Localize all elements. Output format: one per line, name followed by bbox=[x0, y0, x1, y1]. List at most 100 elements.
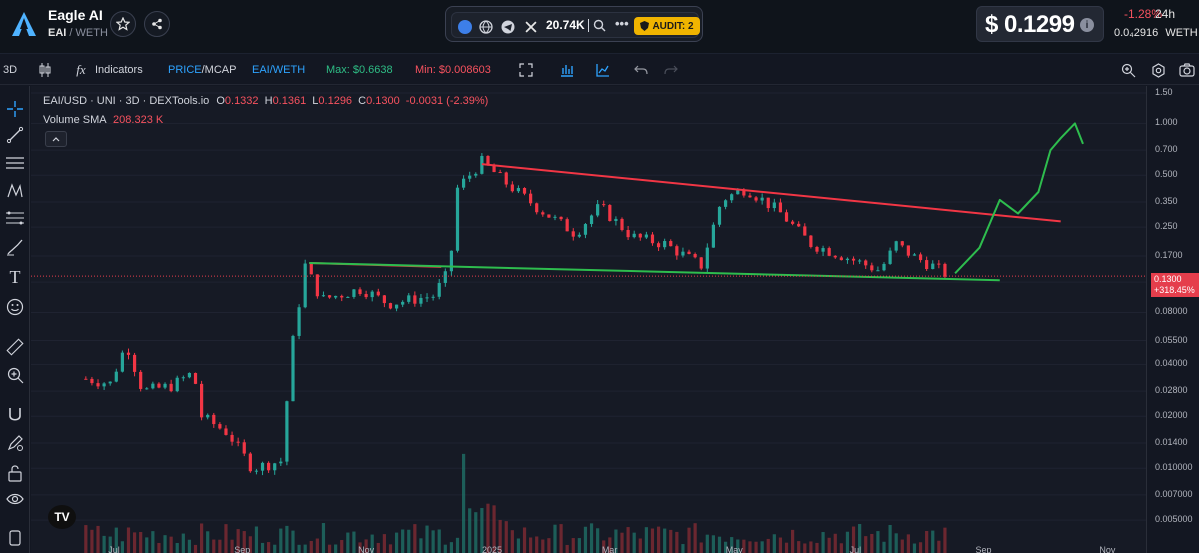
volume-bar bbox=[845, 531, 850, 553]
time-tick-label: Mar bbox=[601, 545, 618, 553]
volume-bar bbox=[583, 526, 588, 553]
candle-body bbox=[303, 263, 307, 308]
price-tick-label: 0.02800 bbox=[1155, 385, 1188, 396]
candle-body bbox=[340, 295, 344, 298]
volume-bar bbox=[620, 532, 624, 553]
volume-bar bbox=[334, 544, 338, 553]
volume-bar bbox=[754, 541, 758, 553]
volume-bar bbox=[943, 527, 947, 553]
price-axis[interactable] bbox=[1146, 86, 1199, 553]
candle-body bbox=[132, 354, 137, 372]
volume-bar bbox=[200, 523, 204, 553]
volume-bar bbox=[126, 527, 131, 553]
candle-body bbox=[845, 258, 850, 261]
candle-body bbox=[394, 304, 399, 309]
price-tick-label: 0.350 bbox=[1155, 195, 1178, 206]
candle-body bbox=[108, 381, 112, 384]
volume-bar bbox=[212, 539, 216, 553]
volume-bar bbox=[474, 512, 478, 553]
volume-bar bbox=[833, 533, 837, 553]
candle-body bbox=[736, 190, 740, 195]
price-tick-label: 0.250 bbox=[1155, 221, 1178, 232]
candle-body bbox=[912, 254, 917, 256]
candle-body bbox=[486, 155, 490, 165]
candle-body bbox=[254, 470, 259, 472]
candle-body bbox=[760, 197, 764, 201]
tradingview-logo[interactable]: TV bbox=[48, 505, 76, 529]
candle-body bbox=[815, 246, 819, 252]
volume-bar bbox=[327, 544, 332, 553]
candle-body bbox=[187, 372, 192, 378]
volume-bar bbox=[120, 541, 124, 553]
candle-body bbox=[321, 295, 326, 297]
candle-body bbox=[364, 294, 368, 298]
volume-bar bbox=[559, 524, 563, 553]
dextools-chart-page: Eagle AI EAI / WETH 20.74K ••• AUDIT: 2 bbox=[0, 0, 1199, 553]
volume-bar bbox=[894, 533, 898, 553]
candle-body bbox=[772, 202, 776, 209]
price-tick-label: 1.50 bbox=[1155, 87, 1173, 97]
candle-body bbox=[474, 173, 478, 176]
candle-body bbox=[669, 241, 673, 247]
volume-label: Volume SMA bbox=[43, 114, 106, 126]
candle-body bbox=[139, 371, 143, 389]
volume-bar bbox=[340, 540, 344, 553]
candle-body bbox=[608, 205, 612, 221]
legend-low: 0.1296 bbox=[318, 95, 353, 107]
price-tick-label: 0.02000 bbox=[1155, 410, 1188, 421]
volume-bar bbox=[443, 544, 447, 553]
chevron-up-icon bbox=[52, 137, 60, 142]
volume-bar bbox=[163, 535, 167, 553]
candle-body bbox=[638, 233, 642, 238]
volume-bar bbox=[547, 538, 551, 553]
volume-bar bbox=[510, 530, 514, 553]
volume-bar bbox=[815, 542, 819, 553]
volume-bar bbox=[309, 540, 313, 553]
volume-bar bbox=[84, 525, 88, 553]
candle-body bbox=[596, 204, 600, 216]
candle-body bbox=[870, 265, 874, 271]
candle-body bbox=[388, 303, 393, 309]
candle-body bbox=[839, 257, 843, 261]
volume-bar bbox=[565, 544, 569, 553]
candle-body bbox=[809, 235, 813, 247]
legend-close: 0.1300 bbox=[366, 95, 400, 107]
volume-bar bbox=[663, 528, 667, 553]
volume-bar bbox=[382, 534, 386, 553]
volume-bar bbox=[876, 531, 880, 553]
candle-body bbox=[260, 462, 265, 471]
volume-bar bbox=[571, 538, 575, 553]
volume-bar bbox=[352, 531, 356, 553]
candle-body bbox=[711, 224, 716, 248]
candle-body bbox=[455, 187, 460, 251]
candle-body bbox=[650, 234, 655, 244]
volume-bar bbox=[206, 531, 210, 553]
legend-high: 0.1361 bbox=[272, 95, 307, 107]
volume-bar bbox=[656, 526, 661, 553]
volume-bar bbox=[681, 544, 685, 553]
volume-bar bbox=[376, 542, 380, 553]
collapse-legend-button[interactable] bbox=[45, 131, 67, 147]
price-tick-label: 0.08000 bbox=[1155, 306, 1188, 317]
volume-bar bbox=[912, 543, 917, 553]
volume-bar bbox=[839, 543, 843, 553]
volume-bar bbox=[407, 529, 411, 553]
volume-bar bbox=[230, 539, 234, 553]
candle-body bbox=[943, 263, 947, 277]
volume-bar bbox=[687, 527, 691, 553]
price-chart[interactable] bbox=[0, 0, 1199, 553]
candle-body bbox=[797, 223, 801, 227]
time-tick-label: 2025 bbox=[481, 545, 503, 553]
volume-bar bbox=[90, 529, 94, 553]
volume-bar bbox=[596, 528, 600, 553]
ohlc-legend: EAI/USD · UNI · 3D · DEXTools.io O0.1332… bbox=[43, 95, 488, 107]
candle-body bbox=[102, 383, 106, 387]
volume-bar bbox=[413, 524, 417, 553]
candle-body bbox=[693, 254, 697, 258]
volume-bar bbox=[516, 538, 521, 553]
volume-bar bbox=[778, 537, 783, 553]
last-price-change: +318.45% bbox=[1154, 285, 1195, 295]
volume-bar bbox=[827, 537, 831, 553]
candle-body bbox=[925, 260, 929, 270]
volume-bar bbox=[522, 527, 527, 553]
